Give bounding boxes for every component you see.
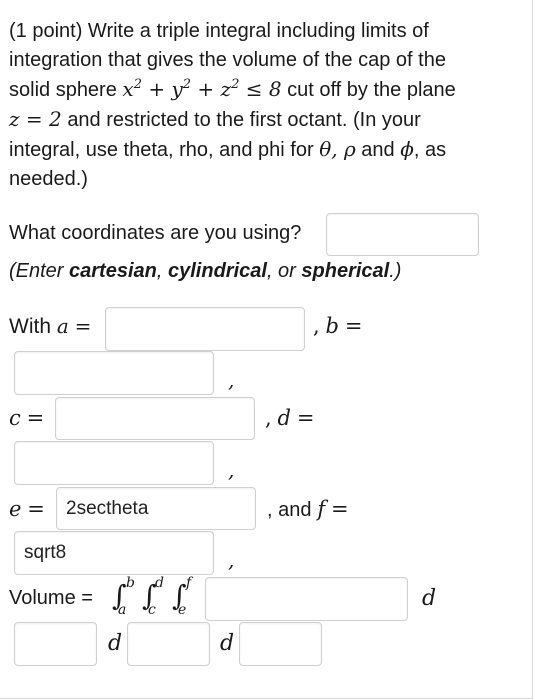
- problem-line-2: integration that gives the volume of the…: [9, 49, 446, 71]
- c-label: c =: [9, 406, 45, 430]
- phi-symbol: ϕ: [400, 137, 414, 161]
- d-symbol-1: d: [422, 586, 437, 611]
- d-comma: ,: [228, 458, 235, 482]
- d-label: , d =: [265, 406, 315, 430]
- coords-hint: (Enter cartesian, cylindrical, or spheri…: [9, 260, 402, 282]
- integral-3-lower-e: e: [178, 602, 187, 618]
- b-comma: ,: [228, 368, 235, 392]
- differential-1-input[interactable]: [14, 622, 97, 666]
- opt-spherical: spherical: [301, 260, 390, 282]
- f-label: , and f =: [267, 497, 349, 521]
- volume-label: Volume =: [9, 587, 93, 609]
- differential-3-input[interactable]: [239, 622, 322, 666]
- e-label: e =: [9, 497, 45, 521]
- problem-line-6: needed.): [9, 168, 88, 190]
- opt-cylindrical: cylindrical: [168, 260, 267, 282]
- theta-rho-symbols: θ, ρ: [319, 137, 356, 161]
- a-input[interactable]: [105, 307, 305, 351]
- problem-line-1: (1 point) Write a triple integral includ…: [9, 20, 429, 42]
- a-label: With a =: [9, 314, 92, 338]
- problem-text: (1 point) Write a triple integral includ…: [9, 17, 456, 194]
- opt-cartesian: cartesian: [69, 260, 157, 282]
- d-symbol-2: d: [108, 631, 123, 656]
- coords-input[interactable]: [326, 213, 479, 256]
- integral-2-lower-c: c: [148, 602, 156, 618]
- b-input[interactable]: [14, 351, 214, 395]
- problem-line-5: integral, use theta, rho, and phi for θ,…: [9, 137, 447, 161]
- differential-2-input[interactable]: [127, 622, 210, 666]
- f-input[interactable]: [14, 531, 214, 575]
- b-label: , b =: [313, 314, 363, 338]
- integral-3-upper-f: f: [186, 575, 192, 591]
- integral-2-upper-d: d: [155, 575, 164, 591]
- integral-1-upper-b: b: [126, 575, 135, 591]
- integrand-input[interactable]: [205, 577, 408, 621]
- sphere-equation: x2 + y2 + z2 ≤ 8: [122, 77, 282, 101]
- problem-line-4: z = 2 and restricted to the first octant…: [9, 107, 421, 131]
- c-input[interactable]: [55, 397, 255, 440]
- d-input[interactable]: [14, 441, 214, 485]
- integral-1-lower-a: a: [118, 602, 127, 618]
- e-input[interactable]: [56, 487, 256, 530]
- plane-equation: z = 2: [9, 107, 62, 131]
- d-symbol-3: d: [220, 631, 235, 656]
- f-comma: ,: [228, 548, 235, 572]
- problem-line-3: solid sphere x2 + y2 + z2 ≤ 8 cut off by…: [9, 77, 456, 101]
- coords-question: What coordinates are you using?: [9, 222, 302, 244]
